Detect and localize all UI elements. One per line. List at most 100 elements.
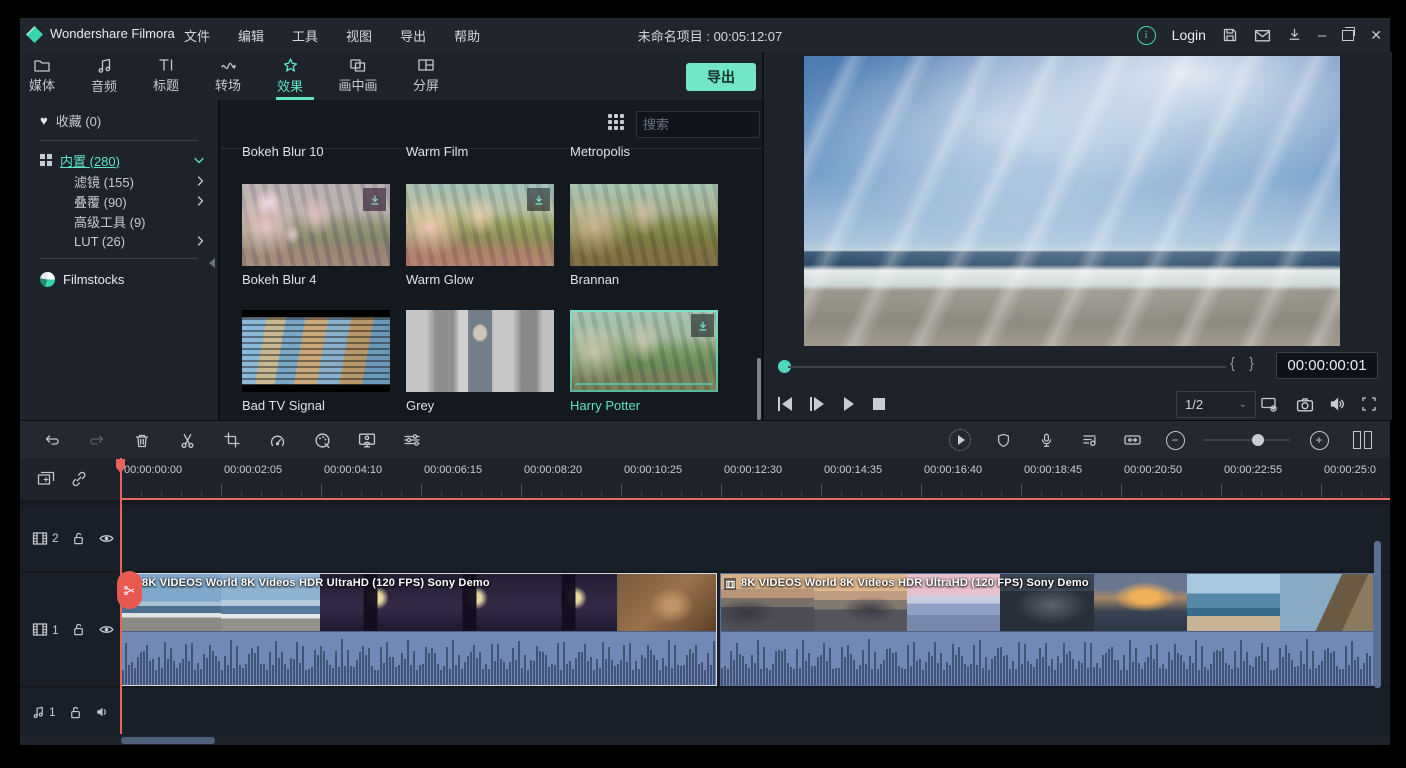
menu-export[interactable]: 导出 <box>396 24 430 47</box>
download-progress-bar <box>575 383 713 385</box>
chevron-right-icon[interactable] <box>197 196 204 206</box>
mark-in-button[interactable]: { <box>1230 355 1235 372</box>
fullscreen-icon[interactable] <box>1356 392 1382 416</box>
download-effect-icon[interactable] <box>527 188 550 211</box>
menu-edit[interactable]: 编辑 <box>234 24 268 47</box>
redo-icon[interactable] <box>83 426 111 454</box>
tab-effects[interactable]: 效果 <box>261 57 319 95</box>
unlock-icon[interactable] <box>71 622 86 637</box>
speed-icon[interactable] <box>263 426 291 454</box>
info-icon[interactable]: i <box>1137 26 1156 45</box>
tab-media[interactable]: 媒体 <box>13 57 71 94</box>
audio-waveform <box>122 631 716 685</box>
split-scissors-icon[interactable] <box>173 426 201 454</box>
effect-name: Harry Potter <box>570 398 718 413</box>
close-button[interactable]: ✕ <box>1370 27 1382 44</box>
eye-icon[interactable] <box>98 532 115 545</box>
play-button[interactable] <box>836 392 862 416</box>
film-icon <box>724 578 736 590</box>
tab-titles[interactable]: 标题 <box>137 57 195 94</box>
dual-panel-icon[interactable] <box>1348 426 1376 454</box>
zoom-out-icon[interactable]: − <box>1161 426 1189 454</box>
timeline-vertical-scrollbar[interactable] <box>1374 541 1381 688</box>
timeline-horizontal-scrollbar[interactable] <box>121 737 215 744</box>
timeline-zoom-slider[interactable] <box>1204 439 1290 441</box>
chevron-down-icon[interactable] <box>194 157 204 164</box>
effect-card-bad-tv-signal[interactable]: Bad TV Signal <box>242 310 390 413</box>
effect-name: Warm Glow <box>406 272 554 287</box>
effect-card-harry-potter[interactable]: Harry Potter <box>570 310 718 413</box>
render-preview-icon[interactable] <box>946 426 974 454</box>
mail-icon[interactable] <box>1254 28 1271 43</box>
sidebar-item-filmstocks[interactable]: Filmstocks <box>40 269 204 289</box>
menu-help[interactable]: 帮助 <box>450 24 484 47</box>
undo-icon[interactable] <box>38 426 66 454</box>
zoom-slider-handle[interactable] <box>1252 434 1264 446</box>
sidebar-item-advanced-tools[interactable]: 高级工具 (9) <box>74 211 204 231</box>
tab-transitions[interactable]: 转场 <box>199 57 257 94</box>
sidebar-item-favorites[interactable]: ♥ 收藏 (0) <box>40 110 204 130</box>
sidebar-item-built-in[interactable]: 内置 (280) <box>40 150 204 170</box>
crop-icon[interactable] <box>218 426 246 454</box>
snapshot-camera-icon[interactable] <box>1292 392 1318 416</box>
next-frame-button[interactable] <box>804 392 830 416</box>
titlebar: Wondershare Filmora 文件 编辑 工具 视图 导出 帮助 未命… <box>20 18 1390 52</box>
minimize-button[interactable]: – <box>1318 27 1326 44</box>
grid-view-icon[interactable] <box>608 114 626 132</box>
effect-card-bokeh-blur-4[interactable]: Bokeh Blur 4 <box>242 184 390 287</box>
delete-icon[interactable] <box>128 426 156 454</box>
menu-file[interactable]: 文件 <box>180 24 214 47</box>
color-palette-icon[interactable] <box>308 426 336 454</box>
effect-card-warm-glow[interactable]: Warm Glow <box>406 184 554 287</box>
search-input[interactable] <box>637 117 764 132</box>
menu-tools[interactable]: 工具 <box>288 24 322 47</box>
chevron-right-icon[interactable] <box>197 176 204 186</box>
zoom-in-icon[interactable]: + <box>1305 426 1333 454</box>
unlock-icon[interactable] <box>71 531 86 546</box>
timeline-ruler[interactable]: 00:00:00:00 00:00:02:05 00:00:04:10 00:0… <box>121 458 1390 500</box>
download-icon[interactable] <box>1287 27 1302 43</box>
timeline-clip-1[interactable]: 8K VIDEOS World 8K Videos HDR UltraHD (1… <box>121 573 717 686</box>
effect-card-brannan[interactable]: Brannan <box>570 184 718 287</box>
tab-audio[interactable]: 音频 <box>75 57 133 95</box>
login-button[interactable]: Login <box>1172 27 1206 43</box>
quick-split-scissors-button[interactable] <box>117 571 142 609</box>
effect-card-grey[interactable]: Grey <box>406 310 554 413</box>
chevron-right-icon[interactable] <box>197 236 204 246</box>
tab-pip[interactable]: 画中画 <box>329 57 387 94</box>
export-button[interactable]: 导出 <box>686 63 756 91</box>
sidebar-collapse-arrow[interactable] <box>209 258 215 268</box>
scrubber-track[interactable] <box>788 366 1226 368</box>
restore-button[interactable] <box>1342 30 1354 41</box>
display-settings-icon[interactable] <box>1256 392 1282 416</box>
green-screen-icon[interactable] <box>353 426 381 454</box>
audio-mixer-icon[interactable] <box>1075 426 1103 454</box>
tab-splitscreen[interactable]: 分屏 <box>397 57 455 94</box>
mark-out-button[interactable]: } <box>1249 355 1254 372</box>
sidebar-item-lut[interactable]: LUT (26) <box>74 231 204 251</box>
download-effect-icon[interactable] <box>363 188 386 211</box>
effects-scrollbar[interactable] <box>757 358 761 420</box>
sidebar-item-filters[interactable]: 滤镜 (155) <box>74 171 204 191</box>
fit-timeline-icon[interactable] <box>1118 426 1146 454</box>
save-icon[interactable] <box>1222 27 1238 43</box>
film-track-icon <box>32 531 48 546</box>
mute-speaker-icon[interactable] <box>1324 392 1350 416</box>
adjust-sliders-icon[interactable] <box>398 426 426 454</box>
video-track-2[interactable]: 2 <box>20 505 1390 571</box>
voiceover-mic-icon[interactable] <box>1032 426 1060 454</box>
sidebar-item-overlays[interactable]: 叠覆 (90) <box>74 191 204 211</box>
stop-button[interactable] <box>866 392 892 416</box>
preview-zoom-select[interactable]: 1/2 ⌄ <box>1176 391 1256 418</box>
eye-icon[interactable] <box>98 623 115 636</box>
previous-frame-button[interactable] <box>772 392 798 416</box>
add-track-icon[interactable] <box>36 470 56 488</box>
menu-view[interactable]: 视图 <box>342 24 376 47</box>
unlock-icon[interactable] <box>68 705 83 720</box>
link-icon[interactable] <box>70 470 88 488</box>
timeline-clip-2[interactable]: 8K VIDEOS World 8K Videos HDR UltraHD (1… <box>720 573 1374 686</box>
speaker-icon[interactable] <box>95 705 110 719</box>
shield-icon[interactable] <box>989 426 1017 454</box>
download-effect-icon[interactable] <box>691 314 714 337</box>
audio-track-1[interactable]: 1 <box>20 688 1390 736</box>
